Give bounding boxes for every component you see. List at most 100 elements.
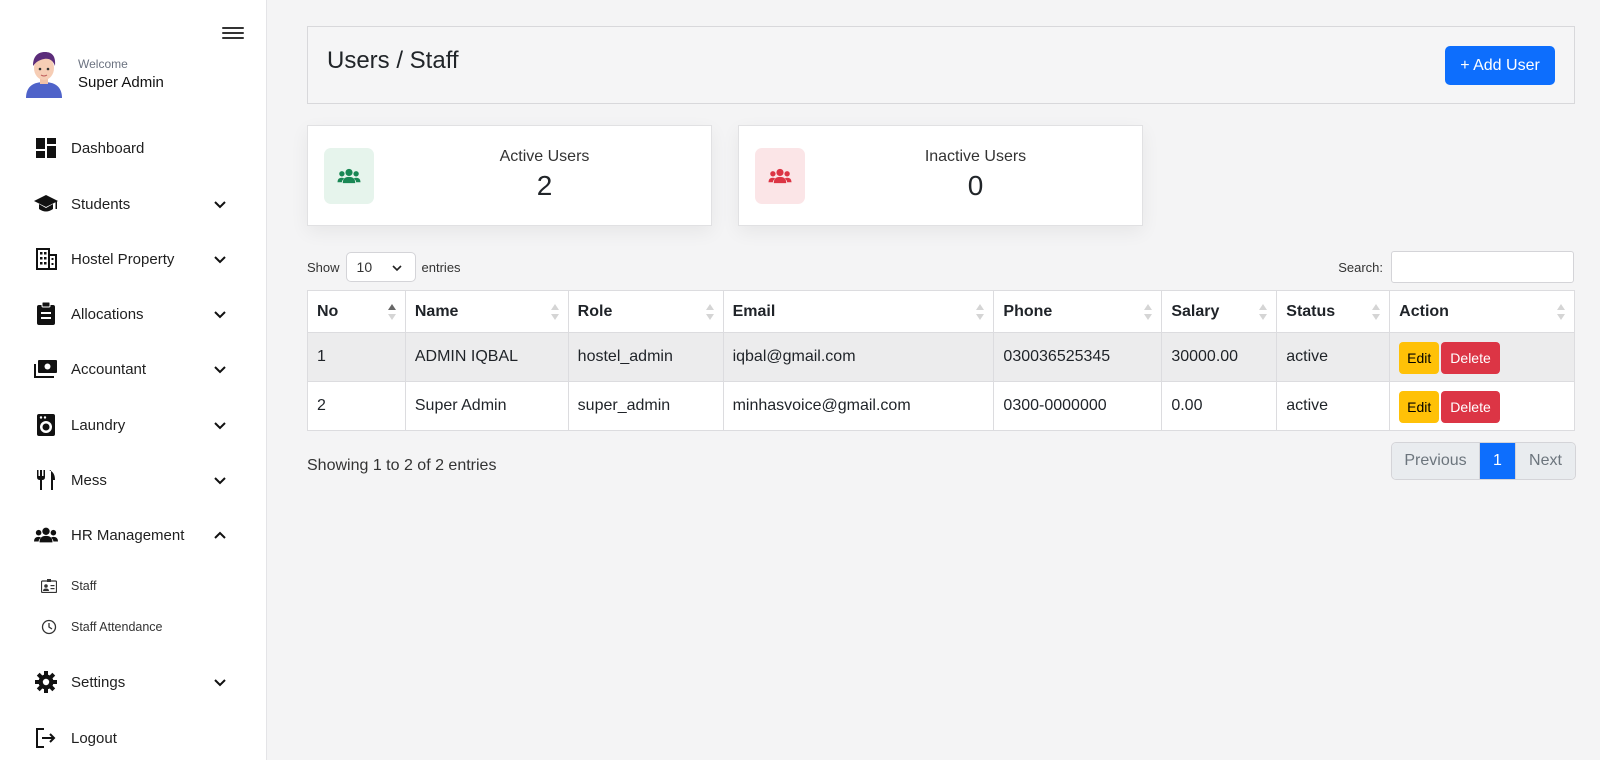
cell-role: hostel_admin [567,332,724,382]
column-header-role[interactable]: Role [567,290,724,333]
cell-name: ADMIN IQBAL [404,332,569,382]
sidebar-item-label: Settings [71,673,126,691]
sort-icon [976,304,985,320]
page-header: Users / Staff + Add User [307,26,1575,104]
sidebar-item-label: Laundry [71,416,126,434]
chevron-down-icon [214,256,226,264]
cell-name: Super Admin [404,381,569,431]
cell-phone: 030036525345 [993,332,1163,382]
chevron-down-icon [214,679,226,687]
money-icon [34,357,58,381]
next-page-button[interactable]: Next [1515,443,1575,479]
chevron-up-icon [214,531,226,539]
column-header-phone[interactable]: Phone [993,290,1163,333]
chevron-down-icon [214,201,226,209]
active-users-card: Active Users 2 [307,125,712,226]
cell-action: Edit Delete [1389,332,1575,382]
cell-role: super_admin [567,381,724,431]
table-row: 1 ADMIN IQBAL hostel_admin iqbal@gmail.c… [307,332,1575,382]
cell-email: iqbal@gmail.com [722,332,995,382]
delete-button[interactable]: Delete [1441,390,1500,423]
user-profile: Welcome Super Admin [24,50,164,98]
add-user-button[interactable]: + Add User [1445,46,1555,85]
cell-salary: 0.00 [1161,381,1278,431]
column-header-email[interactable]: Email [722,290,995,333]
chevron-down-icon [214,366,226,374]
sort-icon [1372,304,1381,320]
clipboard-icon [34,302,58,326]
cell-salary: 30000.00 [1161,332,1278,382]
users-icon [324,148,374,204]
sidebar-item-accountant[interactable]: Accountant [0,347,266,391]
sort-icon [550,304,559,320]
user-name: Super Admin [78,74,164,91]
sort-icon [1144,304,1153,320]
sort-icon [1259,304,1268,320]
sidebar-item-mess[interactable]: Mess [0,458,266,502]
sidebar-item-dashboard[interactable]: Dashboard [0,126,266,170]
cell-status: active [1276,381,1391,431]
active-users-count: 2 [536,170,553,201]
dashboard-icon [34,136,58,160]
graduation-cap-icon [34,192,58,216]
sidebar-subitem-label: Staff [71,579,97,593]
utensils-icon [34,468,58,492]
sort-icon [705,304,714,320]
sort-asc-icon [387,304,396,320]
table-row: 2 Super Admin super_admin minhasvoice@gm… [307,381,1575,431]
delete-button[interactable]: Delete [1441,341,1500,374]
cell-email: minhasvoice@gmail.com [722,381,995,431]
sidebar-item-settings[interactable]: Settings [0,660,266,704]
page-title: Users / Staff [327,47,459,74]
sidebar-item-label: Allocations [71,305,144,323]
page-1-button[interactable]: 1 [1480,443,1515,479]
sidebar-item-allocations[interactable]: Allocations [0,292,266,336]
sidebar-subitem-label: Staff Attendance [71,620,163,634]
sidebar-item-label: Hostel Property [71,250,175,268]
show-label: Show [307,259,340,275]
previous-page-button[interactable]: Previous [1392,443,1480,479]
hamburger-menu-icon[interactable] [222,24,244,42]
column-header-action[interactable]: Action [1389,290,1575,333]
page-length-select[interactable]: 10 [345,252,416,282]
sort-icon [1557,304,1565,320]
sidebar-item-label: Logout [71,729,117,747]
page-length-control: Show 10 entries [307,252,461,282]
inactive-users-card: Inactive Users 0 [738,125,1143,226]
users-icon [34,523,58,547]
sidebar-item-label: Students [71,195,131,213]
sidebar-item-label: Mess [71,471,107,489]
logout-icon [34,726,58,750]
sidebar-item-hr-management[interactable]: HR Management [0,513,266,557]
search-label: Search: [1338,259,1383,275]
cell-no: 2 [307,381,406,431]
column-header-salary[interactable]: Salary [1161,290,1278,333]
chevron-down-icon [214,422,226,430]
pagination: Previous 1 Next [1391,442,1576,480]
sidebar-item-hostel-property[interactable]: Hostel Property [0,237,266,281]
sidebar-item-logout[interactable]: Logout [0,716,266,760]
edit-button[interactable]: Edit [1399,341,1440,374]
cell-action: Edit Delete [1389,381,1575,431]
edit-button[interactable]: Edit [1399,390,1440,423]
table-header-row: No Name Role Email Phone Salary Status A… [307,290,1575,333]
sidebar-item-students[interactable]: Students [0,182,266,226]
sidebar-item-label: Dashboard [71,139,145,157]
cell-no: 1 [307,332,406,382]
sidebar-item-laundry[interactable]: Laundry [0,403,266,447]
users-icon [755,148,805,204]
gear-icon [34,670,58,694]
entries-label: entries [421,259,461,275]
table-info: Showing 1 to 2 of 2 entries [307,457,497,474]
column-header-name[interactable]: Name [404,290,569,333]
sidebar-subitem-staff[interactable]: Staff [0,570,266,602]
chevron-down-icon [391,265,402,272]
cell-phone: 0300-0000000 [993,381,1163,431]
search-input[interactable] [1391,251,1574,283]
column-header-no[interactable]: No [307,290,406,333]
sidebar-subitem-staff-attendance[interactable]: Staff Attendance [0,611,266,643]
id-card-icon [41,578,57,594]
users-table: No Name Role Email Phone Salary Status A… [307,290,1575,431]
column-header-status[interactable]: Status [1276,290,1391,333]
active-users-label: Active Users [499,148,590,165]
